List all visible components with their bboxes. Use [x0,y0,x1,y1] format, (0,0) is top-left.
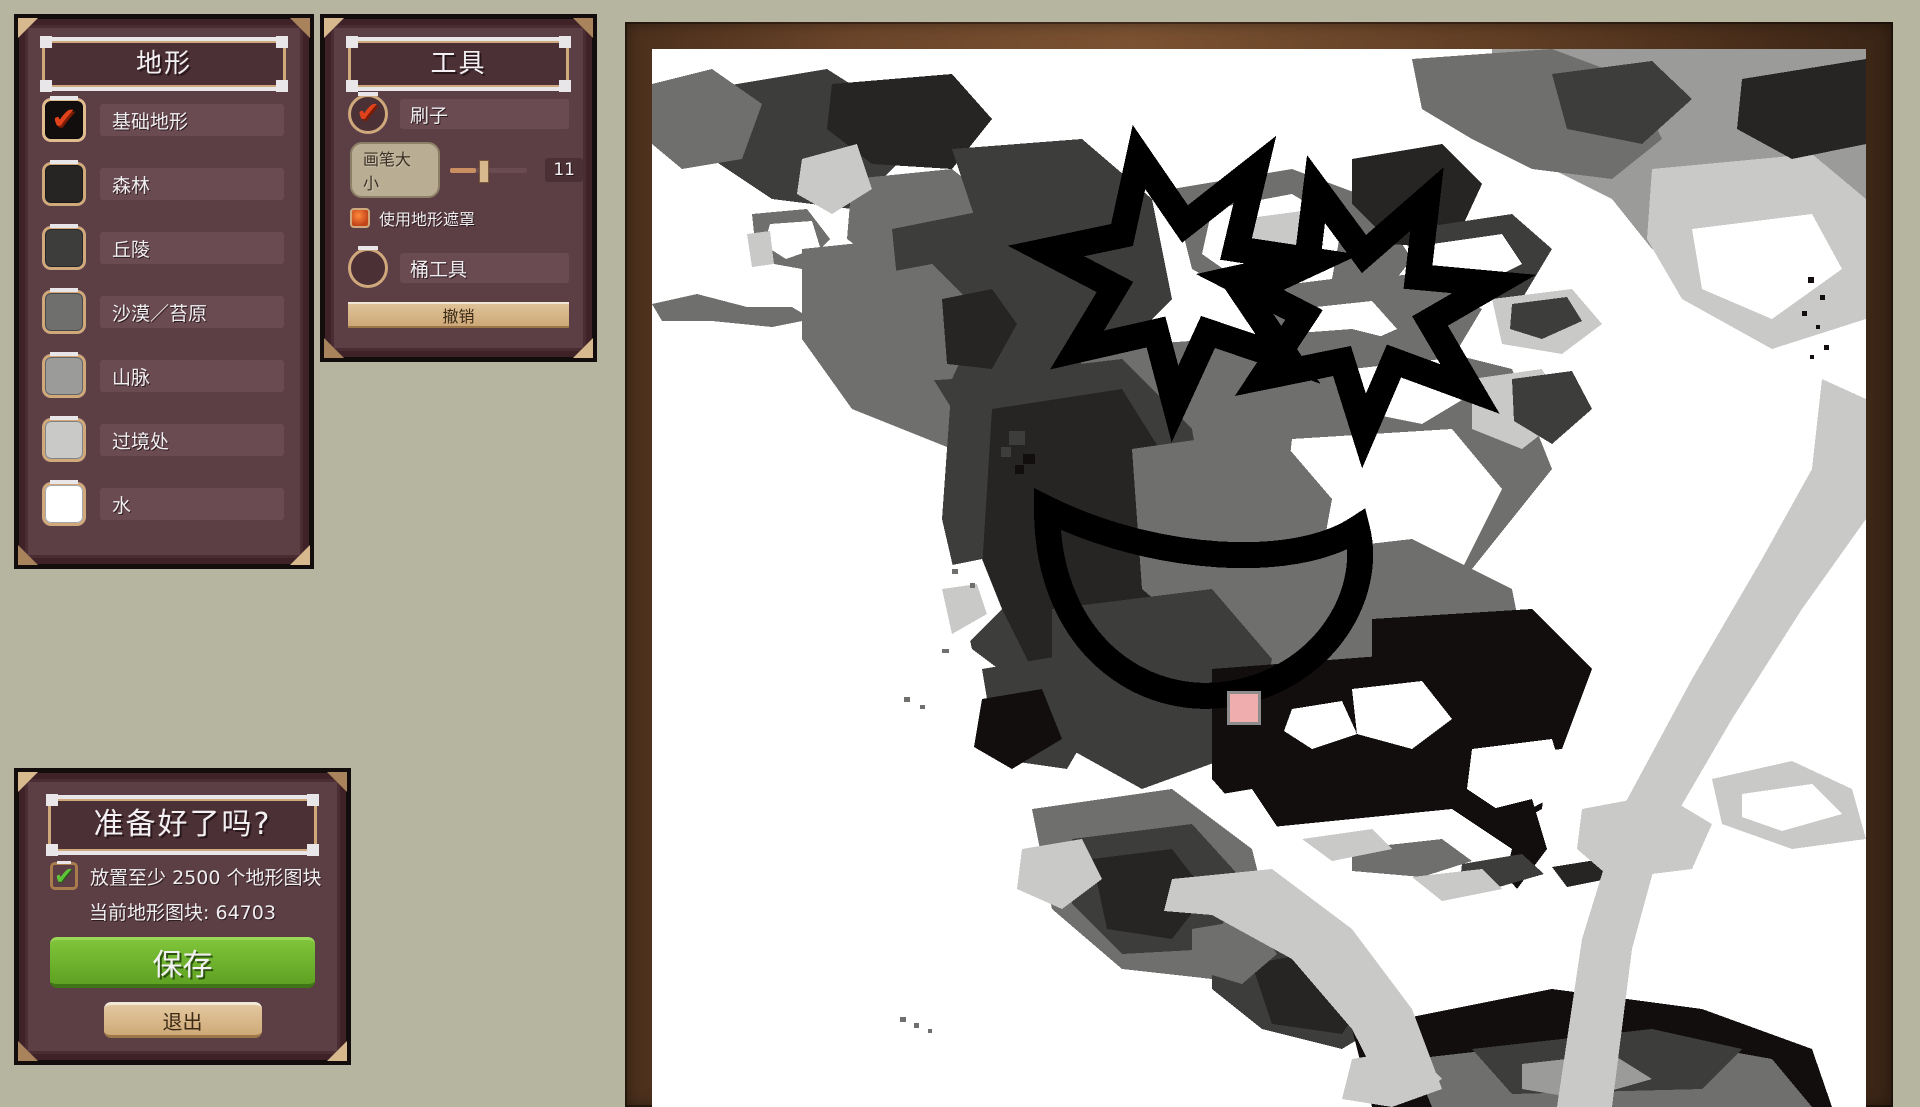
slider-fill [449,167,476,173]
terrain-swatch-base[interactable]: ✔ [42,96,86,142]
brush-size-label: 画笔大小 [350,142,440,198]
terrain-item-mountain[interactable]: 山脉 [42,350,300,402]
ready-panel-body: 准备好了吗? ✔ 放置至少 2500 个地形图块 当前地形图块: 64703 保… [25,779,340,1054]
terrain-swatch-water[interactable] [42,480,86,526]
requirement-amount: 2500 [172,866,221,889]
terrain-item-desert-tundra[interactable]: 沙漠／苔原 [42,286,300,338]
requirement-text: 放置至少 2500 个地形图块 [90,863,321,890]
terrain-item-forest[interactable]: 森林 [42,158,300,210]
check-icon: ✔ [356,95,380,129]
terrain-item-water[interactable]: 水 [42,478,300,530]
brush-tool-toggle[interactable]: ✔ [348,92,388,134]
requirement-suffix: 个地形图块 [226,866,322,889]
brush-size-control[interactable]: 画笔大小 11 [350,142,583,198]
terrain-swatch-hills[interactable] [42,224,86,270]
slider-knob[interactable] [478,159,489,183]
terrain-label-base: 基础地形 [100,104,284,136]
exit-button[interactable]: 退出 [103,1002,262,1038]
save-button[interactable]: 保存 [50,937,315,988]
terrain-label-forest: 森林 [100,168,284,200]
terrain-item-hills[interactable]: 丘陵 [42,222,300,274]
terrain-swatch-forest[interactable] [42,160,86,206]
check-icon: ✔ [51,101,77,137]
undo-button[interactable]: 撤销 [348,302,569,328]
terrain-mask-label: 使用地形遮罩 [379,210,476,229]
ready-panel-title-plaque: 准备好了吗? [46,794,319,856]
brush-size-value: 11 [545,158,583,182]
terrain-swatch-desert-tundra[interactable] [42,288,86,334]
tools-panel-title: 工具 [430,49,487,79]
map-canvas[interactable] [652,49,1866,1107]
terrain-label-water: 水 [100,488,284,520]
terrain-label-crossing: 过境处 [100,424,284,456]
requirement-row: ✔ 放置至少 2500 个地形图块 [50,861,337,890]
terrain-panel-title-plaque: 地形 [40,36,288,92]
ready-panel-title: 准备好了吗? [93,807,272,842]
brush-size-slider[interactable] [449,159,528,183]
terrain-item-crossing[interactable]: 过境处 [42,414,300,466]
terrain-mask-icon[interactable] [350,208,370,228]
terrain-mask-row[interactable]: 使用地形遮罩 [350,206,583,230]
terrain-label-desert-tundra: 沙漠／苔原 [100,296,284,328]
tools-panel-body: 工具 ✔ 刷子 画笔大小 11 使用地形遮罩 桶工具 撤销 [331,25,586,351]
map-frame [625,22,1893,1107]
bucket-tool-toggle[interactable] [348,246,388,288]
tool-item-brush[interactable]: ✔ 刷子 [348,92,583,134]
terrain-item-base[interactable]: ✔ 基础地形 [42,94,300,146]
current-tiles-text: 当前地形图块: 64703 [89,902,276,924]
ready-panel: 准备好了吗? ✔ 放置至少 2500 个地形图块 当前地形图块: 64703 保… [14,768,351,1065]
tools-panel-title-plaque: 工具 [346,36,571,92]
terrain-swatch-mountain[interactable] [42,352,86,398]
map-terrain [652,49,1866,1107]
tool-item-bucket[interactable]: 桶工具 [348,246,583,288]
terrain-label-hills: 丘陵 [100,232,284,264]
bucket-tool-label: 桶工具 [400,253,569,283]
green-check-icon: ✔ [50,861,78,890]
terrain-panel-title: 地形 [135,49,192,79]
terrain-panel-body: 地形 ✔ 基础地形 森林 丘陵 沙漠／苔原 山脉 过境处 水 [25,25,303,558]
terrain-panel: 地形 ✔ 基础地形 森林 丘陵 沙漠／苔原 山脉 过境处 水 [14,14,314,569]
app-root: 地形 ✔ 基础地形 森林 丘陵 沙漠／苔原 山脉 过境处 水 工具 ✔ 刷子 画… [0,0,1920,1107]
terrain-label-mountain: 山脉 [100,360,284,392]
requirement-prefix: 放置至少 [90,866,167,889]
terrain-swatch-crossing[interactable] [42,416,86,462]
tools-panel: 工具 ✔ 刷子 画笔大小 11 使用地形遮罩 桶工具 撤销 [320,14,597,362]
brush-tool-label: 刷子 [400,99,569,129]
brush-cursor [1227,691,1261,725]
